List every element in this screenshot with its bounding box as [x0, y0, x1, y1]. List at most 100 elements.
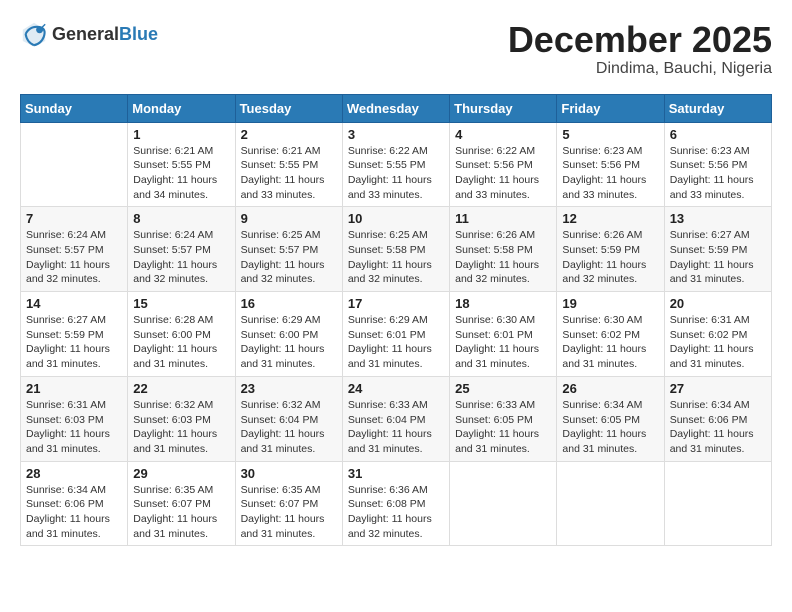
day-info: Sunrise: 6:36 AM Sunset: 6:08 PM Dayligh…: [348, 483, 444, 542]
calendar-table: SundayMondayTuesdayWednesdayThursdayFrid…: [20, 94, 772, 547]
day-cell: 15 Sunrise: 6:28 AM Sunset: 6:00 PM Dayli…: [128, 292, 235, 377]
day-number: 28: [26, 466, 122, 481]
column-header-friday: Friday: [557, 94, 664, 122]
day-cell: 28 Sunrise: 6:34 AM Sunset: 6:06 PM Dayli…: [21, 461, 128, 546]
title-block: December 2025 Dindima, Bauchi, Nigeria: [508, 20, 772, 78]
day-cell: 14Sunrise: 6:27 AM Sunset: 5:59 PM Dayli…: [21, 292, 128, 377]
day-cell: 27Sunrise: 6:34 AM Sunset: 6:06 PM Dayli…: [664, 376, 771, 461]
day-cell: 1 Sunrise: 6:21 AM Sunset: 5:55 PM Daylig…: [128, 122, 235, 207]
day-number: 6: [670, 127, 766, 142]
day-cell: 2 Sunrise: 6:21 AM Sunset: 5:55 PM Daylig…: [235, 122, 342, 207]
logo-icon: [20, 20, 48, 48]
day-number: 25: [455, 381, 551, 396]
column-header-wednesday: Wednesday: [342, 94, 449, 122]
day-number: 12: [562, 211, 658, 226]
day-number: 1: [133, 127, 229, 142]
day-number: 2: [241, 127, 337, 142]
day-cell: 25 Sunrise: 6:33 AM Sunset: 6:05 PM Dayli…: [450, 376, 557, 461]
day-info: Sunrise: 6:32 AM Sunset: 6:03 PM Dayligh…: [133, 398, 229, 457]
day-info: Sunrise: 6:33 AM Sunset: 6:05 PM Dayligh…: [455, 398, 551, 457]
week-row-5: 28 Sunrise: 6:34 AM Sunset: 6:06 PM Dayli…: [21, 461, 772, 546]
page-header: General Blue December 2025 Dindima, Bauc…: [20, 20, 772, 78]
day-number: 23: [241, 381, 337, 396]
day-cell: [664, 461, 771, 546]
column-header-thursday: Thursday: [450, 94, 557, 122]
day-info: Sunrise: 6:24 AM Sunset: 5:57 PM Dayligh…: [133, 228, 229, 287]
day-number: 10: [348, 211, 444, 226]
day-number: 21: [26, 381, 122, 396]
day-cell: 23 Sunrise: 6:32 AM Sunset: 6:04 PM Dayli…: [235, 376, 342, 461]
day-cell: 4 Sunrise: 6:22 AM Sunset: 5:56 PM Daylig…: [450, 122, 557, 207]
day-cell: [450, 461, 557, 546]
day-info: Sunrise: 6:24 AM Sunset: 5:57 PM Dayligh…: [26, 228, 122, 287]
day-info: Sunrise: 6:21 AM Sunset: 5:55 PM Dayligh…: [133, 144, 229, 203]
day-cell: 17 Sunrise: 6:29 AM Sunset: 6:01 PM Dayli…: [342, 292, 449, 377]
day-number: 7: [26, 211, 122, 226]
day-cell: 26 Sunrise: 6:34 AM Sunset: 6:05 PM Dayli…: [557, 376, 664, 461]
day-number: 13: [670, 211, 766, 226]
day-info: Sunrise: 6:23 AM Sunset: 5:56 PM Dayligh…: [562, 144, 658, 203]
day-info: Sunrise: 6:21 AM Sunset: 5:55 PM Dayligh…: [241, 144, 337, 203]
day-number: 30: [241, 466, 337, 481]
day-info: Sunrise: 6:29 AM Sunset: 6:01 PM Dayligh…: [348, 313, 444, 372]
day-cell: [557, 461, 664, 546]
day-info: Sunrise: 6:33 AM Sunset: 6:04 PM Dayligh…: [348, 398, 444, 457]
day-info: Sunrise: 6:29 AM Sunset: 6:00 PM Dayligh…: [241, 313, 337, 372]
day-info: Sunrise: 6:35 AM Sunset: 6:07 PM Dayligh…: [241, 483, 337, 542]
day-cell: 18Sunrise: 6:30 AM Sunset: 6:01 PM Dayli…: [450, 292, 557, 377]
column-header-sunday: Sunday: [21, 94, 128, 122]
day-cell: 7 Sunrise: 6:24 AM Sunset: 5:57 PM Daylig…: [21, 207, 128, 292]
day-cell: 11 Sunrise: 6:26 AM Sunset: 5:58 PM Dayli…: [450, 207, 557, 292]
day-number: 9: [241, 211, 337, 226]
day-cell: 29Sunrise: 6:35 AM Sunset: 6:07 PM Dayli…: [128, 461, 235, 546]
day-number: 17: [348, 296, 444, 311]
day-number: 3: [348, 127, 444, 142]
week-row-4: 21 Sunrise: 6:31 AM Sunset: 6:03 PM Dayli…: [21, 376, 772, 461]
day-cell: 6 Sunrise: 6:23 AM Sunset: 5:56 PM Daylig…: [664, 122, 771, 207]
day-info: Sunrise: 6:26 AM Sunset: 5:59 PM Dayligh…: [562, 228, 658, 287]
day-info: Sunrise: 6:34 AM Sunset: 6:05 PM Dayligh…: [562, 398, 658, 457]
day-number: 24: [348, 381, 444, 396]
day-cell: 31Sunrise: 6:36 AM Sunset: 6:08 PM Dayli…: [342, 461, 449, 546]
day-info: Sunrise: 6:31 AM Sunset: 6:02 PM Dayligh…: [670, 313, 766, 372]
day-number: 16: [241, 296, 337, 311]
week-row-3: 14Sunrise: 6:27 AM Sunset: 5:59 PM Dayli…: [21, 292, 772, 377]
day-number: 5: [562, 127, 658, 142]
day-cell: 19 Sunrise: 6:30 AM Sunset: 6:02 PM Dayli…: [557, 292, 664, 377]
day-info: Sunrise: 6:34 AM Sunset: 6:06 PM Dayligh…: [26, 483, 122, 542]
day-number: 19: [562, 296, 658, 311]
calendar-body: 1 Sunrise: 6:21 AM Sunset: 5:55 PM Daylig…: [21, 122, 772, 546]
day-cell: 16 Sunrise: 6:29 AM Sunset: 6:00 PM Dayli…: [235, 292, 342, 377]
logo-general: General: [52, 24, 119, 45]
day-cell: [21, 122, 128, 207]
day-cell: 5 Sunrise: 6:23 AM Sunset: 5:56 PM Daylig…: [557, 122, 664, 207]
day-cell: 22 Sunrise: 6:32 AM Sunset: 6:03 PM Dayli…: [128, 376, 235, 461]
day-number: 15: [133, 296, 229, 311]
column-header-tuesday: Tuesday: [235, 94, 342, 122]
day-info: Sunrise: 6:22 AM Sunset: 5:56 PM Dayligh…: [455, 144, 551, 203]
day-info: Sunrise: 6:23 AM Sunset: 5:56 PM Dayligh…: [670, 144, 766, 203]
day-number: 27: [670, 381, 766, 396]
header-row: SundayMondayTuesdayWednesdayThursdayFrid…: [21, 94, 772, 122]
logo-text: General Blue: [52, 24, 158, 45]
day-number: 22: [133, 381, 229, 396]
day-number: 14: [26, 296, 122, 311]
day-info: Sunrise: 6:30 AM Sunset: 6:02 PM Dayligh…: [562, 313, 658, 372]
day-info: Sunrise: 6:28 AM Sunset: 6:00 PM Dayligh…: [133, 313, 229, 372]
column-header-saturday: Saturday: [664, 94, 771, 122]
day-cell: 21 Sunrise: 6:31 AM Sunset: 6:03 PM Dayli…: [21, 376, 128, 461]
day-number: 4: [455, 127, 551, 142]
day-info: Sunrise: 6:32 AM Sunset: 6:04 PM Dayligh…: [241, 398, 337, 457]
day-info: Sunrise: 6:31 AM Sunset: 6:03 PM Dayligh…: [26, 398, 122, 457]
day-number: 29: [133, 466, 229, 481]
day-number: 26: [562, 381, 658, 396]
day-info: Sunrise: 6:26 AM Sunset: 5:58 PM Dayligh…: [455, 228, 551, 287]
week-row-1: 1 Sunrise: 6:21 AM Sunset: 5:55 PM Daylig…: [21, 122, 772, 207]
day-number: 18: [455, 296, 551, 311]
subtitle: Dindima, Bauchi, Nigeria: [508, 60, 772, 78]
logo-blue: Blue: [119, 24, 158, 45]
day-cell: 3Sunrise: 6:22 AM Sunset: 5:55 PM Daylig…: [342, 122, 449, 207]
week-row-2: 7 Sunrise: 6:24 AM Sunset: 5:57 PM Daylig…: [21, 207, 772, 292]
day-number: 11: [455, 211, 551, 226]
calendar-header: SundayMondayTuesdayWednesdayThursdayFrid…: [21, 94, 772, 122]
